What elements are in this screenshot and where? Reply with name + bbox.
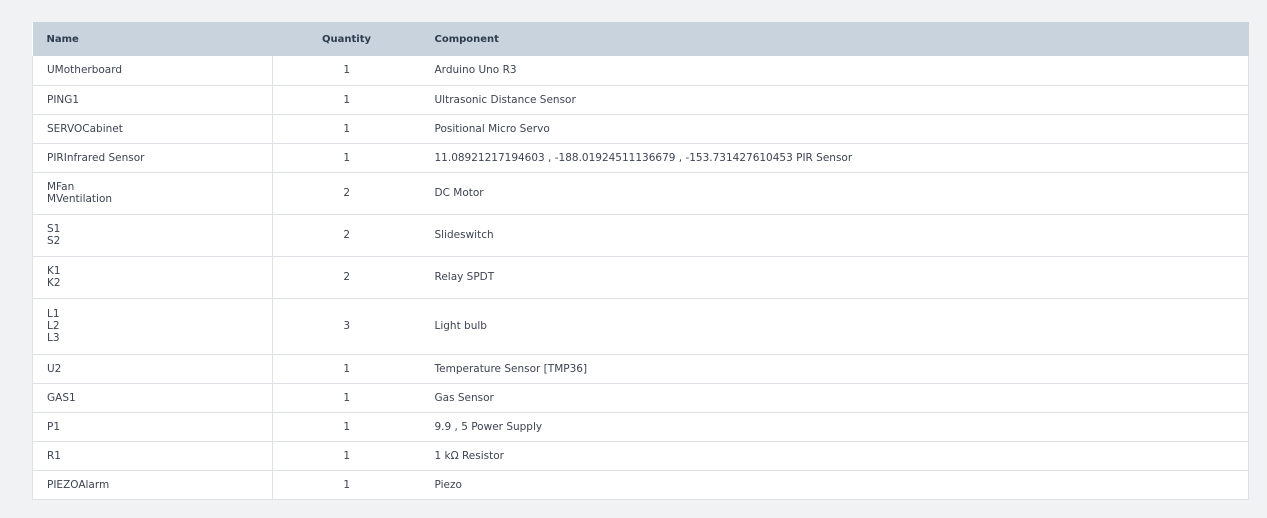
cell-name: U2 bbox=[32, 353, 273, 383]
cell-name: PIRInfrared Sensor bbox=[32, 142, 273, 172]
cell-component: Temperature Sensor [TMP36] bbox=[420, 353, 1249, 383]
component-designator: PING1 bbox=[47, 93, 80, 106]
cell-quantity: 2 bbox=[272, 171, 421, 214]
table-row[interactable]: PIRInfrared Sensor 1 11.08921217194603 , -… bbox=[32, 142, 1249, 172]
cell-name: PING1 bbox=[32, 84, 273, 114]
component-designator: UMotherboard bbox=[47, 64, 123, 77]
cell-component: Positional Micro Servo bbox=[420, 113, 1249, 143]
component-designator: PIRInfrared Sensor bbox=[47, 151, 145, 164]
component-designator: K2 bbox=[47, 277, 61, 289]
cell-quantity: 1 bbox=[272, 353, 421, 383]
component-designator: U2 bbox=[47, 362, 62, 375]
table-row[interactable]: S1 S2 2 Slideswitch bbox=[32, 213, 1249, 256]
component-designator: MVentilation bbox=[47, 193, 113, 205]
table-row[interactable]: PIEZOAlarm 1 Piezo bbox=[32, 469, 1249, 500]
cell-component: Arduino Uno R3 bbox=[420, 56, 1249, 85]
cell-quantity: 1 bbox=[272, 113, 421, 143]
component-designator: PIEZOAlarm bbox=[47, 478, 110, 491]
cell-quantity: 2 bbox=[272, 255, 421, 298]
component-designator: L1 bbox=[47, 308, 60, 320]
component-designator: S2 bbox=[47, 235, 61, 247]
cell-quantity: 1 bbox=[272, 382, 421, 412]
cell-component: Gas Sensor bbox=[420, 382, 1249, 412]
cell-name: S1 S2 bbox=[32, 213, 273, 256]
cell-name: MFan MVentilation bbox=[32, 171, 273, 214]
component-designator: P1 bbox=[47, 420, 61, 433]
cell-quantity: 1 bbox=[272, 411, 421, 441]
cell-component: Piezo bbox=[420, 469, 1249, 500]
table-body: UMotherboard 1 Arduino Uno R3 PING1 1 Ultraso… bbox=[32, 56, 1249, 500]
cell-quantity: 3 bbox=[272, 297, 421, 354]
cell-quantity: 2 bbox=[272, 213, 421, 256]
cell-component: 9.9 , 5 Power Supply bbox=[420, 411, 1249, 441]
component-designator: S1 bbox=[47, 223, 61, 235]
table-row[interactable]: UMotherboard 1 Arduino Uno R3 bbox=[32, 56, 1249, 85]
component-list-table: Name Quantity Component UMotherboard 1 Ard… bbox=[32, 22, 1249, 500]
component-designator: L2 bbox=[47, 320, 60, 332]
cell-component: Ultrasonic Distance Sensor bbox=[420, 84, 1249, 114]
cell-name: UMotherboard bbox=[32, 56, 273, 85]
cell-name: R1 bbox=[32, 440, 273, 470]
cell-quantity: 1 bbox=[272, 469, 421, 500]
component-designator: L3 bbox=[47, 332, 60, 344]
table-row[interactable]: SERVOCabinet 1 Positional Micro Servo bbox=[32, 113, 1249, 143]
cell-component: Slideswitch bbox=[420, 213, 1249, 256]
component-designator: R1 bbox=[47, 449, 61, 462]
column-header-component[interactable]: Component bbox=[420, 22, 1249, 56]
component-designator: GAS1 bbox=[47, 391, 76, 404]
component-designator: SERVOCabinet bbox=[47, 122, 123, 135]
component-designator: MFan bbox=[47, 181, 75, 193]
cell-name: GAS1 bbox=[32, 382, 273, 412]
cell-component: Light bulb bbox=[420, 297, 1249, 354]
table-row[interactable]: PING1 1 Ultrasonic Distance Sensor bbox=[32, 84, 1249, 114]
table-header: Name Quantity Component bbox=[32, 22, 1249, 56]
table-row[interactable]: K1 K2 2 Relay SPDT bbox=[32, 255, 1249, 298]
header-row: Name Quantity Component bbox=[32, 22, 1249, 56]
table-row[interactable]: MFan MVentilation 2 DC Motor bbox=[32, 171, 1249, 214]
table-row[interactable]: L1 L2 L3 3 Light bulb bbox=[32, 297, 1249, 354]
table-row[interactable]: R1 1 1 kΩ Resistor bbox=[32, 440, 1249, 470]
table-row[interactable]: U2 1 Temperature Sensor [TMP36] bbox=[32, 353, 1249, 383]
cell-quantity: 1 bbox=[343, 64, 351, 77]
cell-name: L1 L2 L3 bbox=[32, 297, 273, 354]
cell-name: P1 bbox=[32, 411, 273, 441]
cell-component: DC Motor bbox=[420, 171, 1249, 214]
cell-component: Relay SPDT bbox=[420, 255, 1249, 298]
cell-quantity: 1 bbox=[272, 440, 421, 470]
component-designator: K1 bbox=[47, 265, 61, 277]
cell-name: SERVOCabinet bbox=[32, 113, 273, 143]
cell-name: PIEZOAlarm bbox=[32, 469, 273, 500]
cell-component: 1 kΩ Resistor bbox=[420, 440, 1249, 470]
cell-quantity: 1 bbox=[272, 84, 421, 114]
cell-component: 11.08921217194603 , -188.01924511136679 … bbox=[420, 142, 1249, 172]
column-header-name[interactable]: Name bbox=[32, 22, 273, 56]
table-row[interactable]: P1 1 9.9 , 5 Power Supply bbox=[32, 411, 1249, 441]
bom-table: Name Quantity Component UMotherboard 1 Ard… bbox=[32, 22, 1249, 500]
cell-name: K1 K2 bbox=[32, 255, 273, 298]
table-row[interactable]: GAS1 1 Gas Sensor bbox=[32, 382, 1249, 412]
cell-quantity: 1 bbox=[272, 142, 421, 172]
column-header-quantity[interactable]: Quantity bbox=[272, 22, 421, 56]
